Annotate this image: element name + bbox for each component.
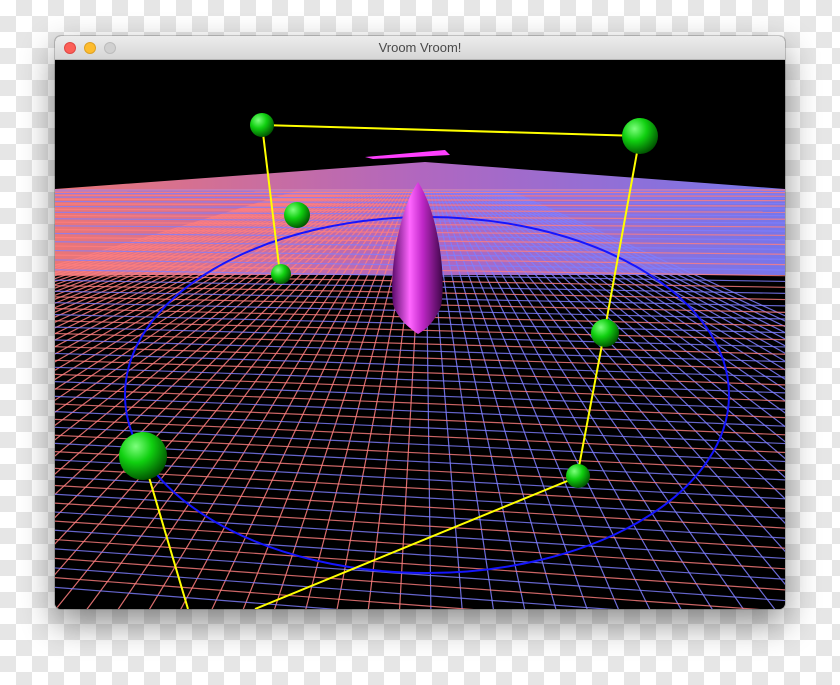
control-point[interactable] <box>271 264 291 284</box>
magenta-trail <box>365 150 450 159</box>
control-point[interactable] <box>622 118 658 154</box>
control-point[interactable] <box>250 113 274 137</box>
scene-canvas[interactable] <box>55 60 785 609</box>
window-title: Vroom Vroom! <box>378 40 462 55</box>
control-point[interactable] <box>119 432 167 480</box>
app-window: Vroom Vroom! <box>55 36 785 609</box>
control-point[interactable] <box>566 464 590 488</box>
title-bar[interactable]: Vroom Vroom! <box>55 36 785 60</box>
control-point[interactable] <box>284 202 310 228</box>
control-point[interactable] <box>591 319 619 347</box>
3d-viewport[interactable] <box>55 60 785 609</box>
